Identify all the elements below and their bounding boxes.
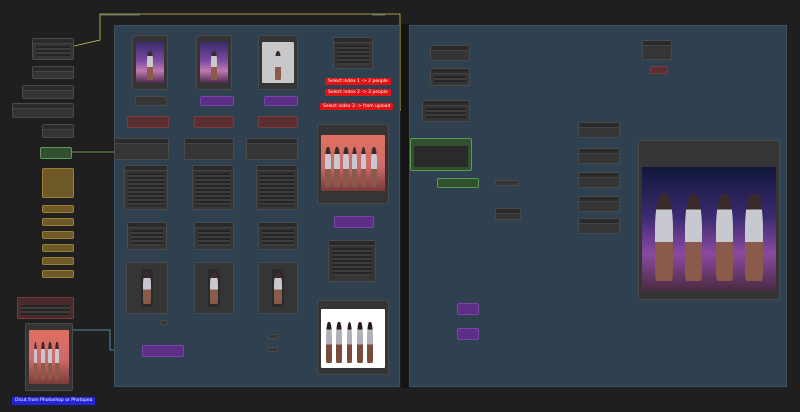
node-character-2-image[interactable] [196,35,232,90]
composite-group-image [321,135,385,191]
node-character-1-decode[interactable] [127,222,167,250]
node-image-batch[interactable] [142,345,184,357]
note-index-2: Select index 2 -> 3 people [325,89,391,96]
character-1-preview [136,42,164,83]
node-reroute-hub[interactable] [495,180,519,186]
node-character-2-encode[interactable] [200,96,234,106]
node-prompt-panel[interactable] [42,168,74,198]
character-2-cutout [208,269,220,307]
node-character-1-image[interactable] [132,35,168,90]
node-cutout-preview[interactable] [317,300,389,375]
node-character-1-mask[interactable] [127,116,169,128]
character-3-preview [262,42,294,83]
character-1-cutout [141,269,153,307]
node-prompt-2[interactable] [42,218,74,226]
node-lora-loader[interactable] [32,66,74,79]
final-group-image [642,167,776,291]
character-2-preview [200,42,228,83]
node-checkpoint-loader[interactable] [32,38,74,60]
note-index-3: Select index 3 -> from upload [320,103,394,110]
node-save-flag[interactable] [650,66,668,74]
note-index-1: Select index 1 -> 2 people [325,78,391,85]
node-character-3-result[interactable] [258,262,298,314]
node-controlnet-strength[interactable] [437,178,479,188]
node-prompt-6[interactable] [42,270,74,278]
node-final-image[interactable] [638,140,780,300]
node-vae-loader[interactable] [12,103,74,118]
node-upscale-settings[interactable] [17,297,74,319]
node-ksampler-3[interactable] [578,172,620,188]
node-character-2-sampler[interactable] [184,138,234,160]
node-character-3-sampler[interactable] [246,138,298,160]
node-character-3-decode[interactable] [258,222,298,250]
node-vae-decode-final[interactable] [642,40,672,60]
node-prompt-5[interactable] [42,257,74,265]
node-character-3-settings[interactable] [256,165,298,210]
node-character-2-result[interactable] [194,262,234,314]
node-prompt-3[interactable] [42,231,74,239]
node-character-2-settings[interactable] [192,165,234,210]
group-divider [401,24,409,388]
node-index-switch[interactable] [333,37,373,69]
node-mask-blend[interactable] [495,208,521,220]
node-controlnet-loader[interactable] [40,147,72,159]
node-load-image-upload[interactable] [25,323,73,391]
node-upscale-encode[interactable] [430,68,470,86]
node-mask-combine[interactable] [334,216,374,228]
node-clip-settings[interactable] [22,85,74,99]
node-upscale-model[interactable] [430,45,470,61]
note-dicut-source: Dicut from Photoshop or Photopea [12,397,96,405]
node-character-3-image[interactable] [258,35,298,90]
node-character-1-encode[interactable] [135,96,167,106]
node-character-3-encode[interactable] [264,96,298,106]
node-controlnet-apply[interactable] [410,138,472,171]
character-3-cutout [272,269,284,307]
node-character-2-mask[interactable] [194,116,234,128]
node-ksampler-1[interactable] [578,122,620,138]
reroute-3[interactable] [268,347,278,352]
node-character-1-settings[interactable] [124,165,168,210]
node-paste-2[interactable] [457,328,479,340]
node-character-3-mask[interactable] [258,116,298,128]
node-composite-preview[interactable] [317,124,389,204]
node-remove-background[interactable] [328,240,376,282]
node-ksampler-5[interactable] [578,218,620,234]
node-prompt-1[interactable] [42,205,74,213]
node-character-2-decode[interactable] [194,222,234,250]
node-ksampler-2[interactable] [578,148,620,164]
uploaded-group-image [29,330,69,384]
node-character-1-sampler[interactable] [114,138,169,160]
cutout-group-image [321,309,385,368]
reroute-2[interactable] [268,334,278,339]
node-character-1-result[interactable] [126,262,168,314]
node-upscale-sampler[interactable] [422,100,470,122]
node-prompt-4[interactable] [42,244,74,252]
node-paste-1[interactable] [457,303,479,315]
node-seed[interactable] [42,124,74,138]
node-ksampler-4[interactable] [578,196,620,212]
reroute-1[interactable] [160,320,168,325]
